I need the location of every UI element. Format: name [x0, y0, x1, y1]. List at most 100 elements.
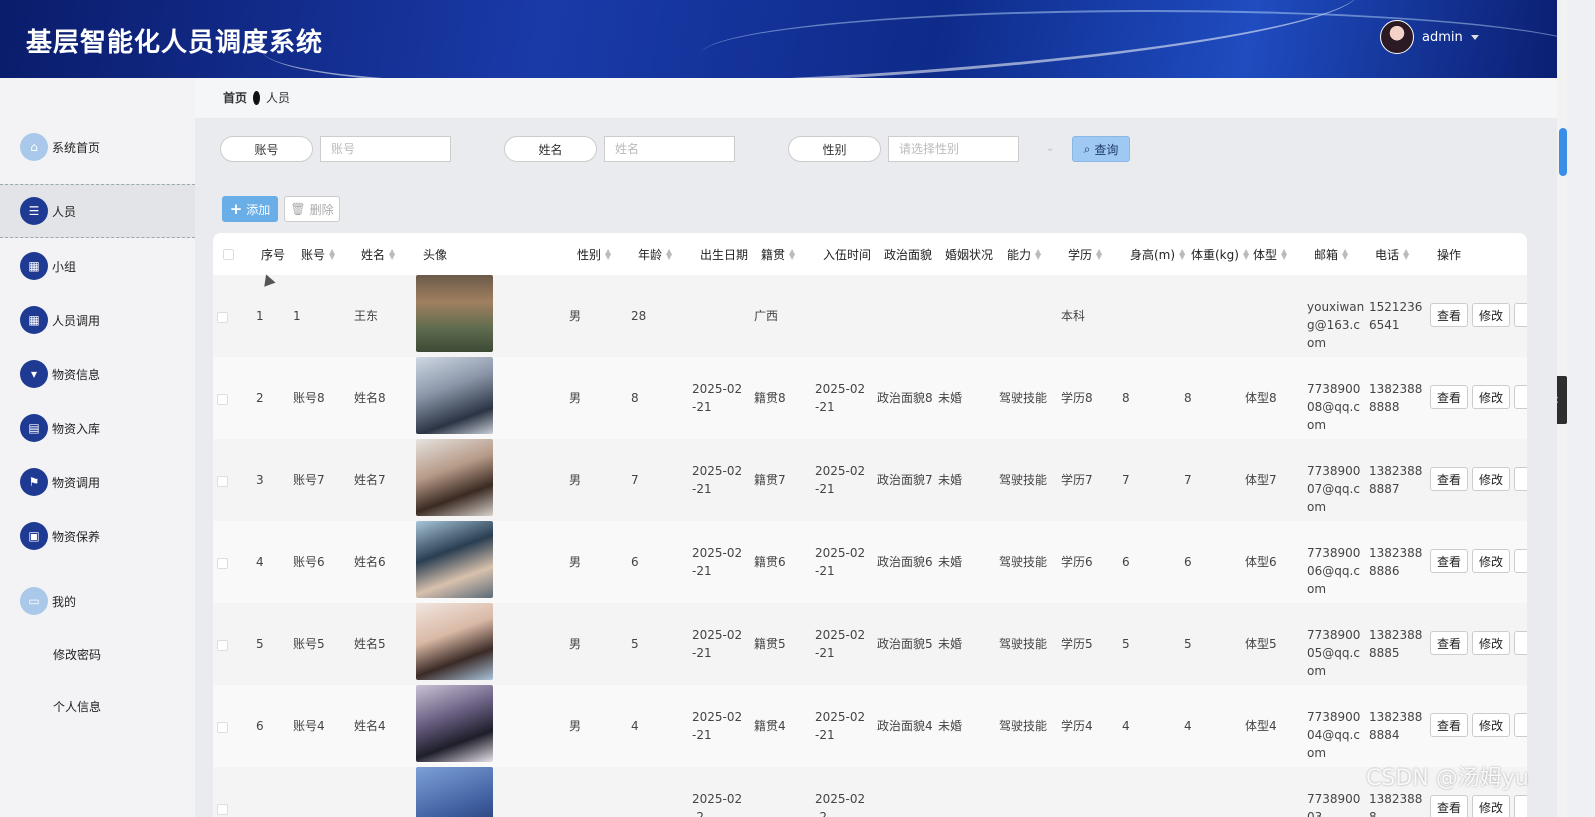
name-search-input[interactable] — [604, 136, 735, 162]
edit-button[interactable]: 修改 — [1472, 467, 1510, 491]
header-no[interactable]: 序号 — [261, 233, 285, 275]
row-checkbox[interactable] — [217, 394, 228, 405]
cell-ability: 驾驶技能 — [999, 719, 1048, 733]
header-email[interactable]: 邮箱 ▲ ▼ — [1314, 233, 1348, 275]
table-row[interactable]: 1 1 王东 男 28 广西 本科 youxiwang@163.com 15212366541 查… — [213, 275, 1527, 357]
cell-email: 773890004@qq.com — [1307, 710, 1361, 760]
table-row[interactable]: 6 账号4 姓名4 男 4 2025-02-21 籍贯4 2025-02-21 政治面貌4 未婚 驾… — [213, 685, 1527, 767]
row-checkbox[interactable] — [217, 640, 228, 651]
row-checkbox[interactable] — [217, 558, 228, 569]
scrollbar-thumb[interactable] — [1559, 128, 1567, 176]
cell-ability: 驾驶技能 — [999, 391, 1048, 405]
query-button[interactable]: ⌕ 查询 — [1072, 136, 1130, 162]
cell-political: 政治面貌5 — [877, 637, 933, 651]
row-checkbox[interactable] — [217, 722, 228, 733]
view-button[interactable]: 查看 — [1430, 303, 1468, 327]
cell-birth: 2025-02-21 — [692, 628, 743, 660]
view-button[interactable]: 查看 — [1430, 631, 1468, 655]
select-all-checkbox[interactable] — [223, 249, 234, 260]
breadcrumb-home[interactable]: 首页 — [223, 89, 247, 106]
cell-account: 账号8 — [293, 391, 325, 405]
trash-icon: 🗑 — [290, 202, 306, 216]
delete-row-button[interactable] — [1514, 385, 1527, 409]
cell-marital: 未婚 — [938, 473, 963, 487]
table-row[interactable]: 2025-02-2 2025-02-2 773890003 13823888 查看 修改 — [213, 767, 1527, 817]
cell-education: 学历6 — [1061, 555, 1093, 569]
sidebar-item-groups[interactable]: ▦ 小组 — [0, 239, 195, 293]
header-native-place[interactable]: 籍贯 ▲ ▼ — [761, 233, 795, 275]
row-checkbox[interactable] — [217, 312, 228, 323]
delete-row-button[interactable] — [1514, 631, 1527, 655]
edit-button[interactable]: 修改 — [1472, 549, 1510, 573]
header-weight[interactable]: 体重(kg) ▲ ▼ — [1191, 233, 1249, 275]
cell-education: 学历7 — [1061, 473, 1093, 487]
header-gender[interactable]: 性别 ▲ ▼ — [577, 233, 611, 275]
cell-enlist: 2025-02-21 — [815, 710, 866, 742]
sort-icon: ▲ ▼ — [1403, 247, 1410, 261]
edit-button[interactable]: 修改 — [1472, 385, 1510, 409]
table-row[interactable]: 3 账号7 姓名7 男 7 2025-02-21 籍贯7 2025-02-21 政治面貌7 未婚 驾… — [213, 439, 1527, 521]
cell-enlist: 2025-02-21 — [815, 546, 866, 578]
header-height[interactable]: 身高(m) ▲ ▼ — [1130, 233, 1185, 275]
chevron-down-icon[interactable]: ⌄ — [1046, 143, 1054, 154]
header-ability[interactable]: 能力 ▲ ▼ — [1007, 233, 1041, 275]
delete-row-button[interactable] — [1514, 467, 1527, 491]
cell-name: 姓名7 — [354, 473, 386, 487]
sidebar-item-label: 物资保养 — [52, 529, 101, 544]
sidebar-item-home[interactable]: ⌂ 系统首页 — [0, 120, 195, 174]
header-age[interactable]: 年龄 ▲ ▼ — [638, 233, 672, 275]
delete-row-button[interactable] — [1514, 549, 1527, 573]
view-button[interactable]: 查看 — [1430, 713, 1468, 737]
avatar[interactable] — [1380, 20, 1414, 54]
sort-icon: ▲ ▼ — [1342, 247, 1349, 261]
cell-height: 4 — [1122, 719, 1130, 733]
cell-age: 28 — [631, 309, 647, 323]
header-body-type[interactable]: 体型 ▲ ▼ — [1253, 233, 1287, 275]
header-account[interactable]: 账号 ▲ ▼ — [301, 233, 335, 275]
header-name[interactable]: 姓名 ▲ ▼ — [361, 233, 395, 275]
sidebar-item-personnel-dispatch[interactable]: ▦ 人员调用 — [0, 293, 195, 347]
table-row[interactable]: 5 账号5 姓名5 男 5 2025-02-21 籍贯5 2025-02-21 政治面貌5 未婚 驾… — [213, 603, 1527, 685]
sidebar-item-personnel[interactable]: ☰ 人员 — [0, 184, 195, 238]
sidebar-subitem-profile[interactable]: 个人信息 — [53, 698, 101, 715]
view-button[interactable]: 查看 — [1430, 549, 1468, 573]
delete-row-button[interactable] — [1514, 795, 1527, 817]
view-button[interactable]: 查看 — [1430, 795, 1468, 817]
gender-select[interactable] — [888, 136, 1019, 162]
sidebar-item-materials-maintenance[interactable]: ▣ 物资保养 — [0, 509, 195, 563]
cell-weight: 8 — [1184, 391, 1192, 405]
delete-button[interactable]: 🗑 删除 — [284, 196, 340, 222]
table-row[interactable]: 4 账号6 姓名6 男 6 2025-02-21 籍贯6 2025-02-21 政治面貌6 未婚 驾… — [213, 521, 1527, 603]
sort-icon: ▲ ▼ — [1096, 247, 1103, 261]
avatar-photo — [416, 439, 493, 516]
chevron-down-icon[interactable] — [1470, 34, 1479, 40]
sidebar-subitem-change-password[interactable]: 修改密码 — [53, 646, 101, 663]
header-education[interactable]: 学历 ▲ ▼ — [1068, 233, 1102, 275]
user-menu[interactable]: admin — [1380, 20, 1479, 54]
sidebar-item-materials-in[interactable]: ▤ 物资入库 — [0, 401, 195, 455]
sidebar-item-mine[interactable]: ▭ 我的 — [0, 574, 195, 628]
delete-row-button[interactable] — [1514, 713, 1527, 737]
header-phone[interactable]: 电话 ▲ ▼ — [1375, 233, 1409, 275]
edit-button[interactable]: 修改 — [1472, 631, 1510, 655]
edit-button[interactable]: 修改 — [1472, 795, 1510, 817]
username[interactable]: admin — [1422, 30, 1463, 45]
list-icon: ☰ — [20, 197, 48, 225]
row-checkbox[interactable] — [217, 476, 228, 487]
cell-native: 籍贯7 — [754, 473, 786, 487]
edit-button[interactable]: 修改 — [1472, 303, 1510, 327]
cell-age: 8 — [631, 391, 639, 405]
row-checkbox[interactable] — [217, 804, 228, 815]
view-button[interactable]: 查看 — [1430, 467, 1468, 491]
account-search-input[interactable] — [320, 136, 451, 162]
view-button[interactable]: 查看 — [1430, 385, 1468, 409]
edit-button[interactable]: 修改 — [1472, 713, 1510, 737]
cell-no: 4 — [256, 555, 264, 569]
sidebar-item-materials-info[interactable]: ▾ 物资信息 — [0, 347, 195, 401]
cell-name: 姓名4 — [354, 719, 386, 733]
add-button[interactable]: + 添加 — [222, 196, 278, 222]
table-row[interactable]: 2 账号8 姓名8 男 8 2025-02-21 籍贯8 2025-02-21 政治面貌8 未婚 驾… — [213, 357, 1527, 439]
sidebar-item-materials-dispatch[interactable]: ⚑ 物资调用 — [0, 455, 195, 509]
cell-email: 773890005@qq.com — [1307, 628, 1361, 678]
delete-row-button[interactable] — [1514, 303, 1527, 327]
